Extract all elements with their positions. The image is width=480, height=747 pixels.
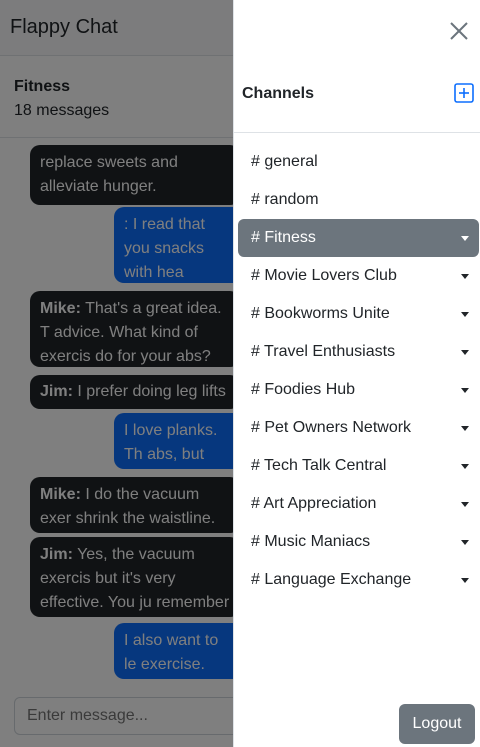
channel-item[interactable]: # Art Appreciation xyxy=(238,485,479,523)
channel-item[interactable]: # Fitness xyxy=(238,219,479,257)
channel-label: # Foodies Hub xyxy=(251,381,356,398)
caret-down-icon[interactable] xyxy=(461,274,469,279)
channel-label: # Travel Enthusiasts xyxy=(251,343,396,360)
caret-down-icon[interactable] xyxy=(461,578,469,583)
channel-label: # Fitness xyxy=(251,229,316,246)
caret-down-icon[interactable] xyxy=(461,350,469,355)
channel-label: # Tech Talk Central xyxy=(251,457,387,474)
channel-label: # Art Appreciation xyxy=(251,495,377,512)
close-icon[interactable] xyxy=(448,20,470,42)
channel-item[interactable]: # Movie Lovers Club xyxy=(238,257,479,295)
caret-down-icon[interactable] xyxy=(461,388,469,393)
channels-drawer: Channels # general # random # Fitness # Mov… xyxy=(233,0,480,747)
caret-down-icon[interactable] xyxy=(461,426,469,431)
channel-label: # Movie Lovers Club xyxy=(251,267,397,284)
channel-label: # Bookworms Unite xyxy=(251,305,390,322)
channel-item[interactable]: # random xyxy=(238,181,479,219)
channel-label: # Language Exchange xyxy=(251,571,412,588)
channel-item[interactable]: # Tech Talk Central xyxy=(238,447,479,485)
channel-label: # random xyxy=(251,191,319,208)
caret-down-icon[interactable] xyxy=(461,464,469,469)
channel-list: # general # random # Fitness # Movie Lovers… xyxy=(238,143,479,599)
channel-item[interactable]: # general xyxy=(238,143,479,181)
channel-label: # Pet Owners Network xyxy=(251,419,412,436)
add-channel-icon[interactable] xyxy=(453,82,475,104)
channel-label: # Music Maniacs xyxy=(251,533,371,550)
channel-item[interactable]: # Language Exchange xyxy=(238,561,479,599)
logout-button[interactable]: Logout xyxy=(399,704,475,744)
drawer-title: Channels xyxy=(242,85,315,102)
channel-item[interactable]: # Pet Owners Network xyxy=(238,409,479,447)
channel-label: # general xyxy=(251,153,318,170)
drawer-divider xyxy=(234,132,480,133)
channel-item[interactable]: # Music Maniacs xyxy=(238,523,479,561)
caret-down-icon[interactable] xyxy=(461,312,469,317)
caret-down-icon[interactable] xyxy=(461,236,469,241)
caret-down-icon[interactable] xyxy=(461,502,469,507)
channel-item[interactable]: # Bookworms Unite xyxy=(238,295,479,333)
caret-down-icon[interactable] xyxy=(461,540,469,545)
channel-item[interactable]: # Foodies Hub xyxy=(238,371,479,409)
channel-item[interactable]: # Travel Enthusiasts xyxy=(238,333,479,371)
